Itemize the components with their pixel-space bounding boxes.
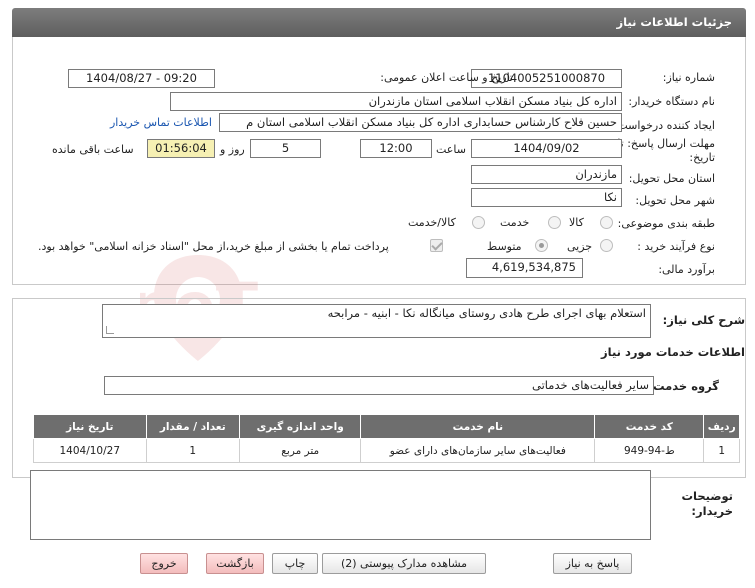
deadline-time-label: ساعت	[436, 143, 466, 156]
cell-quantity: 1	[145, 438, 241, 463]
table-header-row: ردیف کد خدمت نام خدمت واحد اندازه گیری ت…	[33, 414, 740, 439]
col-code: کد خدمت	[594, 414, 705, 439]
city-label: شهر محل تحویل:	[635, 194, 715, 207]
description-label: شرح کلی نیاز:	[662, 313, 745, 327]
remaining-time-label: ساعت باقی مانده	[52, 143, 134, 156]
requester-field: حسین فلاح کارشناس حسابداری اداره کل بنیا…	[219, 113, 622, 132]
requester-label: ایجاد کننده درخواست:	[613, 119, 715, 132]
process-radio-medium[interactable]	[535, 239, 548, 252]
cell-row: 1	[703, 438, 740, 463]
table-row: 1 ط-94-949 فعالیت‌های سایر سازمان‌های دا…	[33, 438, 740, 463]
process-option-minor: جزیی	[567, 240, 593, 253]
days-label: روز و	[220, 143, 245, 156]
cell-code: ط-94-949	[594, 438, 705, 463]
col-row: ردیف	[703, 414, 740, 439]
days-field: 5	[250, 139, 321, 158]
deadline-date-field: 1404/09/02	[471, 139, 622, 158]
remaining-time-field: 01:56:04	[147, 139, 215, 158]
back-button[interactable]: بازگشت	[206, 553, 264, 574]
cell-name: فعالیت‌های سایر سازمان‌های دارای عضو	[360, 438, 596, 463]
buyer-org-field: اداره کل بنیاد مسکن انقلاب اسلامی استان …	[170, 92, 622, 111]
deadline-time-field: 12:00	[360, 139, 432, 158]
service-group-field: سایر فعالیت‌های خدماتی	[104, 376, 654, 395]
category-radio-service[interactable]	[548, 216, 561, 229]
attachments-button[interactable]: مشاهده مدارک پیوستی (2)	[322, 553, 486, 574]
resize-handle-icon[interactable]	[106, 326, 114, 334]
category-radio-goods[interactable]	[600, 216, 613, 229]
province-field: مازندران	[471, 165, 622, 184]
exit-button[interactable]: خروج	[140, 553, 188, 574]
cell-date: 1404/10/27	[33, 438, 147, 463]
col-date: تاریخ نیاز	[33, 414, 147, 439]
category-option-goods-service: کالا/خدمت	[408, 216, 456, 229]
contact-buyer-link[interactable]: اطلاعات تماس خریدار	[110, 116, 212, 129]
need-number-label: شماره نیاز:	[662, 71, 715, 84]
treasury-checkbox[interactable]	[430, 239, 443, 252]
category-label: طبقه بندی موضوعی:	[617, 217, 715, 230]
cell-unit: متر مربع	[239, 438, 362, 463]
category-option-service: خدمت	[500, 216, 530, 229]
process-option-medium: متوسط	[487, 240, 522, 253]
payment-note: پرداخت تمام یا بخشی از مبلغ خرید،از محل …	[38, 240, 389, 253]
col-name: نام خدمت	[360, 414, 596, 439]
category-radio-goods-service[interactable]	[472, 216, 485, 229]
process-radio-minor[interactable]	[600, 239, 613, 252]
services-table: ردیف کد خدمت نام خدمت واحد اندازه گیری ت…	[33, 414, 740, 463]
print-button[interactable]: چاپ	[272, 553, 318, 574]
buyer-notes-label-2: خریدار:	[691, 504, 733, 518]
service-group-label: گروه خدمت:	[648, 379, 719, 393]
panel-header: جزئیات اطلاعات نیاز	[12, 8, 746, 37]
reply-button[interactable]: پاسخ به نیاز	[553, 553, 632, 574]
province-label: استان محل تحویل:	[628, 172, 715, 185]
announce-label: تاریخ و ساعت اعلان عمومی:	[380, 71, 513, 84]
category-option-goods: کالا	[569, 216, 584, 229]
budget-label: برآورد مالی:	[658, 263, 715, 276]
buyer-notes-label: توضیحات	[681, 489, 734, 503]
budget-field: 4,619,534,875	[466, 258, 583, 278]
city-field: نکا	[471, 188, 622, 207]
col-unit: واحد اندازه گیری	[239, 414, 362, 439]
deadline-label-date: تاریخ:	[689, 151, 715, 164]
announce-field: 1404/08/27 - 09:20	[68, 69, 215, 88]
services-section-title: اطلاعات خدمات مورد نیاز	[601, 345, 745, 359]
deadline-label: مهلت ارسال پاسخ: تا	[617, 137, 715, 150]
buyer-org-label: نام دستگاه خریدار:	[628, 95, 715, 108]
description-field: استعلام بهای اجرای طرح هادی روستای میانگ…	[102, 304, 651, 338]
buyer-notes-field	[30, 470, 651, 540]
col-quantity: تعداد / مقدار	[145, 414, 241, 439]
process-label: نوع فرآیند خرید :	[637, 240, 715, 253]
